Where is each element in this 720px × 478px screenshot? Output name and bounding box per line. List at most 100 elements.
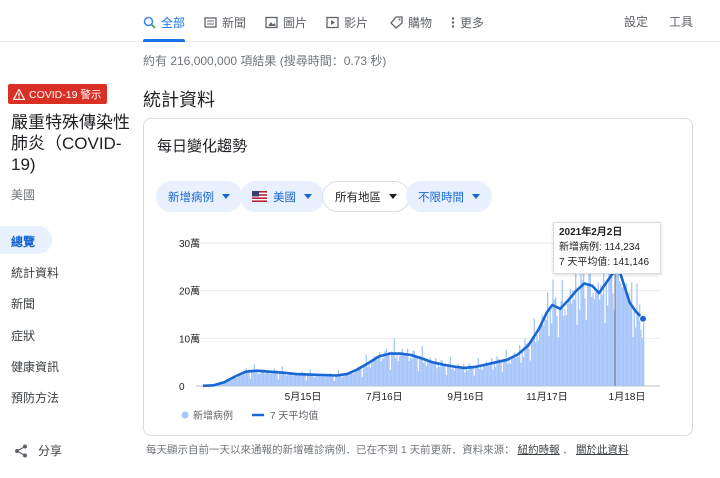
- x-tick-label: 1月18日: [609, 391, 646, 403]
- daily-case-bar: [643, 320, 645, 386]
- daily-case-bar: [455, 367, 457, 386]
- daily-case-bar: [287, 375, 289, 386]
- daily-case-bar: [459, 368, 461, 386]
- daily-case-bar: [305, 380, 307, 386]
- daily-case-bar: [451, 369, 453, 386]
- footer-note: 每天顯示自前一天以來通報的新增確診病例．已在不到 1 天前更新．資料來源： 紐約…: [143, 438, 693, 460]
- daily-case-bar: [544, 314, 546, 386]
- daily-case-bar: [285, 375, 287, 386]
- daily-case-bar: [391, 351, 393, 386]
- daily-case-bar: [309, 369, 311, 386]
- daily-case-bar: [297, 375, 299, 386]
- daily-case-bar: [361, 376, 363, 386]
- tooltip-cases: 新增病例: 114,234: [559, 242, 640, 253]
- daily-case-bar: [567, 304, 569, 386]
- daily-case-bar: [523, 357, 525, 386]
- daily-case-bar: [395, 358, 397, 386]
- daily-case-bar: [397, 361, 399, 386]
- daily-case-bar: [507, 363, 509, 386]
- about-data-link[interactable]: 關於此資料: [576, 444, 629, 456]
- daily-case-bar: [452, 366, 454, 386]
- daily-case-bar: [499, 359, 501, 386]
- daily-case-bar: [424, 359, 426, 386]
- daily-case-bar: [484, 364, 486, 386]
- daily-case-bar: [427, 361, 429, 386]
- daily-case-bar: [607, 305, 609, 386]
- daily-case-bar: [416, 355, 418, 386]
- daily-case-bar: [540, 326, 542, 386]
- daily-case-bar: [284, 372, 286, 386]
- daily-case-bar: [400, 352, 402, 386]
- legend-bars-label: 新增病例: [193, 409, 233, 422]
- daily-case-bar: [627, 299, 629, 386]
- source-link-nyt[interactable]: 紐約時報: [518, 444, 560, 456]
- daily-case-bar: [364, 366, 366, 386]
- daily-case-bar: [281, 366, 283, 386]
- daily-case-bar: [637, 311, 639, 386]
- daily-case-bar: [576, 324, 578, 386]
- daily-case-bar: [247, 371, 249, 386]
- daily-case-bar: [368, 362, 370, 386]
- footer-separator: ．: [562, 444, 574, 456]
- daily-case-bar: [528, 348, 530, 386]
- daily-case-bar: [347, 373, 349, 386]
- daily-case-bar: [549, 309, 551, 386]
- daily-case-bar: [529, 360, 531, 386]
- daily-case-bar: [243, 373, 245, 386]
- daily-case-bar: [277, 379, 279, 386]
- daily-case-bar: [620, 283, 622, 386]
- daily-case-bar: [527, 342, 529, 386]
- daily-case-bar: [240, 374, 242, 386]
- daily-case-bar: [333, 380, 335, 386]
- daily-case-bar: [581, 280, 583, 386]
- daily-case-bar: [359, 368, 361, 386]
- daily-case-bar: [535, 342, 537, 386]
- daily-case-bar: [483, 365, 485, 386]
- daily-case-bar: [632, 337, 634, 386]
- daily-case-bar: [633, 307, 635, 386]
- daily-case-bar: [271, 372, 273, 386]
- daily-case-bar: [252, 372, 254, 386]
- daily-case-bar: [588, 272, 590, 386]
- daily-case-bar: [279, 371, 281, 386]
- daily-case-bar: [591, 297, 593, 386]
- daily-case-bar: [596, 289, 598, 386]
- daily-case-bar: [547, 292, 549, 386]
- daily-case-bar: [280, 373, 282, 386]
- daily-case-bar: [509, 363, 511, 386]
- daily-case-bar: [579, 309, 581, 386]
- daily-case-bar: [265, 370, 267, 386]
- daily-case-bar: [267, 370, 269, 386]
- daily-case-bar: [559, 307, 561, 386]
- daily-case-bar: [253, 364, 255, 386]
- daily-case-bar: [623, 286, 625, 386]
- daily-case-bar: [360, 366, 362, 386]
- daily-case-bar: [376, 359, 378, 386]
- daily-case-bar: [380, 361, 382, 386]
- daily-case-bar: [229, 380, 231, 386]
- daily-case-bar: [387, 353, 389, 386]
- daily-case-bar: [512, 357, 514, 386]
- daily-case-bar: [456, 366, 458, 386]
- daily-case-bar: [531, 340, 533, 386]
- daily-case-bar: [375, 358, 377, 386]
- daily-case-bar: [320, 376, 322, 386]
- daily-case-bar: [396, 353, 398, 386]
- daily-case-bar: [587, 284, 589, 386]
- daily-case-bar: [585, 319, 587, 386]
- daily-case-bar: [600, 285, 602, 386]
- footer-text: 每天顯示自前一天以來通報的新增確診病例．已在不到 1 天前更新．資料來源：: [146, 444, 515, 456]
- daily-case-bar: [556, 315, 558, 386]
- daily-case-bar: [636, 283, 638, 386]
- daily-case-bar: [488, 363, 490, 386]
- daily-case-bar: [272, 371, 274, 386]
- daily-case-bar: [255, 371, 257, 386]
- daily-case-bar: [409, 357, 411, 386]
- daily-case-bar: [595, 292, 597, 386]
- daily-case-bar: [448, 365, 450, 386]
- daily-case-bar: [524, 338, 526, 386]
- daily-case-bar: [337, 370, 339, 386]
- daily-case-bar: [383, 358, 385, 386]
- daily-case-bar: [251, 370, 253, 386]
- daily-case-bar: [625, 283, 627, 386]
